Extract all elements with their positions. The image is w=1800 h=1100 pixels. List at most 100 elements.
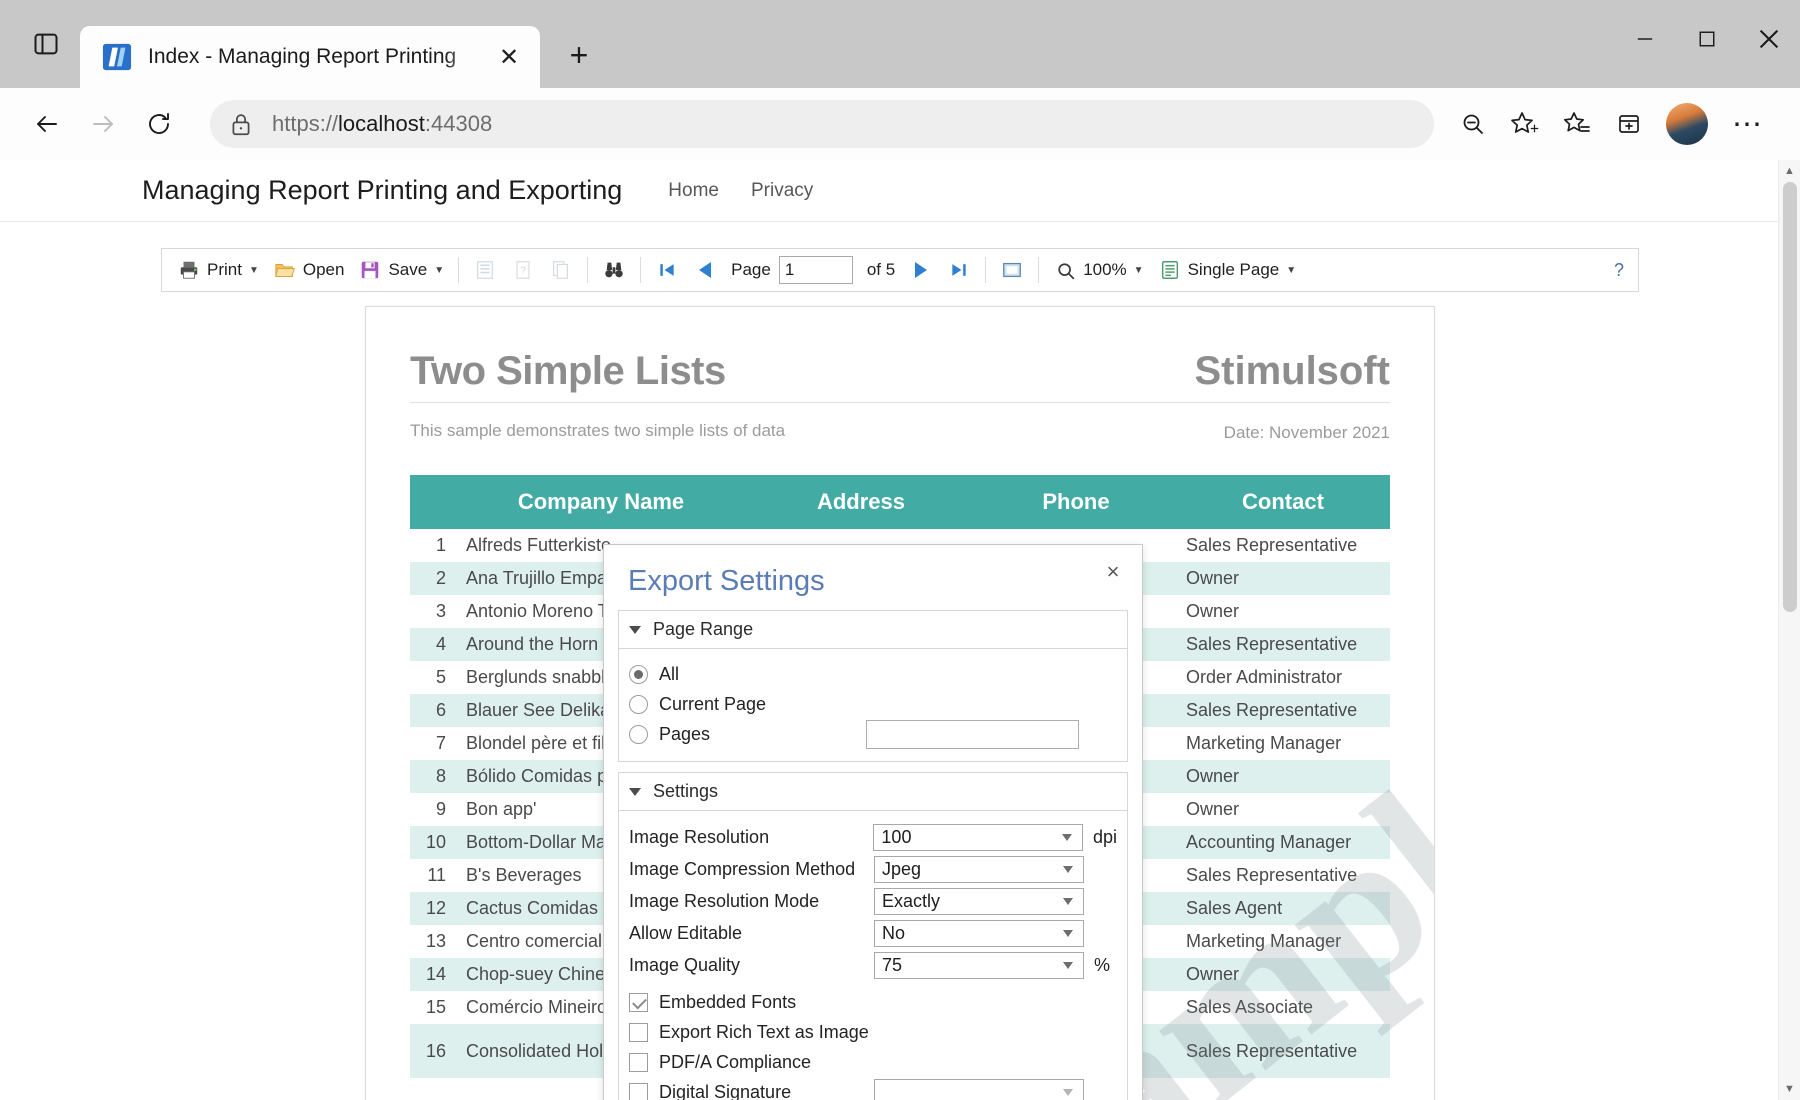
cell-no: 2 xyxy=(410,562,456,595)
cell-no: 14 xyxy=(410,958,456,991)
cell-contact: Owner xyxy=(1176,760,1390,793)
zoom-button[interactable]: 100% ▼ xyxy=(1046,252,1150,288)
page-range-header[interactable]: Page Range xyxy=(619,611,1127,649)
chevron-down-icon xyxy=(1062,834,1072,841)
address-bar[interactable]: https://localhost:44308 xyxy=(210,100,1434,148)
pages-range-input[interactable] xyxy=(866,720,1079,749)
scroll-down-icon[interactable]: ▼ xyxy=(1779,1078,1800,1100)
profile-avatar[interactable] xyxy=(1666,103,1708,145)
prev-page-button[interactable] xyxy=(686,252,724,288)
report-area: Print ▼ Open xyxy=(0,222,1800,1100)
new-tab-button[interactable]: + xyxy=(556,32,602,78)
window-controls xyxy=(1614,0,1800,78)
collections-icon[interactable] xyxy=(1604,99,1654,149)
chevron-down-icon[interactable]: ▼ xyxy=(434,265,444,276)
chevron-down-icon[interactable]: ▼ xyxy=(1286,265,1296,276)
close-icon[interactable] xyxy=(1738,0,1800,78)
browser-tab[interactable]: Index - Managing Report Printing ✕ xyxy=(80,26,540,88)
close-tab-icon[interactable]: ✕ xyxy=(492,40,526,74)
more-options-icon[interactable]: ⋯ xyxy=(1718,107,1778,142)
fullscreen-button[interactable] xyxy=(993,252,1031,288)
browser-navbar: https://localhost:44308 xyxy=(0,88,1800,160)
open-button[interactable]: Open xyxy=(266,252,352,288)
cell-contact: Marketing Manager xyxy=(1176,727,1390,760)
cell-contact: Owner xyxy=(1176,958,1390,991)
cell-no: 11 xyxy=(410,859,456,892)
nav-link-privacy[interactable]: Privacy xyxy=(751,180,813,202)
toolbar-divider xyxy=(640,257,641,283)
radio-all-indicator xyxy=(629,665,648,684)
reload-icon[interactable] xyxy=(134,99,184,149)
chevron-down-icon[interactable]: ▼ xyxy=(249,265,259,276)
favorites-icon[interactable] xyxy=(1552,99,1602,149)
page-scrollbar[interactable]: ▲ ▼ xyxy=(1778,160,1800,1100)
image-compression-combo[interactable]: Jpeg xyxy=(874,856,1084,883)
settings-header[interactable]: Settings xyxy=(619,773,1127,811)
url-host: localhost xyxy=(338,111,425,136)
checkbox-export-rich-text-as-image[interactable]: Export Rich Text as Image xyxy=(629,1017,1117,1047)
lock-icon xyxy=(228,111,254,137)
view-mode-button[interactable]: Single Page ▼ xyxy=(1151,252,1304,288)
embedded-fonts-box xyxy=(629,993,648,1012)
minimize-icon[interactable] xyxy=(1614,0,1676,78)
field-image-quality: Image Quality 75 % xyxy=(629,949,1117,981)
dialog-title: Export Settings xyxy=(628,565,1118,598)
nav-link-home[interactable]: Home xyxy=(668,180,719,202)
back-arrow-icon[interactable] xyxy=(22,99,72,149)
print-button[interactable]: Print ▼ xyxy=(170,252,266,288)
cell-no: 15 xyxy=(410,991,456,1024)
radio-current-page-indicator xyxy=(629,695,648,714)
save-button[interactable]: Save ▼ xyxy=(351,252,451,288)
pdfa-compliance-box xyxy=(629,1053,648,1072)
radio-all[interactable]: All xyxy=(629,659,1117,689)
zoom-out-icon[interactable] xyxy=(1448,99,1498,149)
scroll-up-icon[interactable]: ▲ xyxy=(1779,160,1800,182)
maximize-icon[interactable] xyxy=(1676,0,1738,78)
image-quality-label: Image Quality xyxy=(629,955,874,976)
image-resolution-mode-value: Exactly xyxy=(882,891,1063,912)
image-quality-combo[interactable]: 75 xyxy=(874,952,1084,979)
first-page-button[interactable] xyxy=(648,252,686,288)
image-resolution-mode-combo[interactable]: Exactly xyxy=(874,888,1084,915)
fullscreen-icon xyxy=(1000,258,1024,282)
report-subtitle: This sample demonstrates two simple list… xyxy=(410,421,785,443)
page-title: Managing Report Printing and Exporting xyxy=(142,175,622,206)
checkbox-pdfa-compliance[interactable]: PDF/A Compliance xyxy=(629,1047,1117,1077)
add-favorite-icon[interactable] xyxy=(1500,99,1550,149)
help-button[interactable]: ? xyxy=(1614,260,1624,281)
page-number-input[interactable] xyxy=(779,256,853,284)
find-button[interactable] xyxy=(595,252,633,288)
page-range-body: All Current Page Pages xyxy=(619,649,1127,761)
site-header: Managing Report Printing and Exporting H… xyxy=(0,160,1800,222)
parameters-icon: ? xyxy=(511,258,535,282)
checkbox-embedded-fonts[interactable]: Embedded Fonts xyxy=(629,987,1117,1017)
image-resolution-combo[interactable]: 100 xyxy=(873,824,1083,851)
close-dialog-icon[interactable]: × xyxy=(1100,559,1126,585)
checkbox-digital-signature[interactable]: Digital Signature xyxy=(629,1077,1117,1100)
export-rich-text-label: Export Rich Text as Image xyxy=(659,1022,869,1043)
field-allow-editable: Allow Editable No xyxy=(629,917,1117,949)
scrollbar-thumb[interactable] xyxy=(1783,182,1797,612)
last-page-button[interactable] xyxy=(940,252,978,288)
report-subheader: This sample demonstrates two simple list… xyxy=(366,403,1434,443)
report-title: Two Simple Lists xyxy=(410,349,726,394)
chevron-down-icon[interactable]: ▼ xyxy=(1134,265,1144,276)
field-image-resolution-mode: Image Resolution Mode Exactly xyxy=(629,885,1117,917)
cell-contact: Owner xyxy=(1176,562,1390,595)
table-header-row: Company Name Address Phone Contact xyxy=(410,475,1390,529)
next-page-button[interactable] xyxy=(902,252,940,288)
cell-no: 7 xyxy=(410,727,456,760)
tab-actions-icon[interactable] xyxy=(22,22,70,66)
radio-current-page[interactable]: Current Page xyxy=(629,689,1117,719)
bookmarks-button xyxy=(466,252,504,288)
digital-signature-combo[interactable] xyxy=(874,1079,1084,1100)
stimulsoft-logo-icon xyxy=(102,42,132,72)
open-label: Open xyxy=(303,260,345,280)
radio-pages[interactable]: Pages xyxy=(629,719,1117,749)
printer-icon xyxy=(177,258,201,282)
allow-editable-combo[interactable]: No xyxy=(874,920,1084,947)
cell-contact: Owner xyxy=(1176,793,1390,826)
settings-title: Settings xyxy=(653,781,718,802)
cell-no: 5 xyxy=(410,661,456,694)
page-range-title: Page Range xyxy=(653,619,753,640)
